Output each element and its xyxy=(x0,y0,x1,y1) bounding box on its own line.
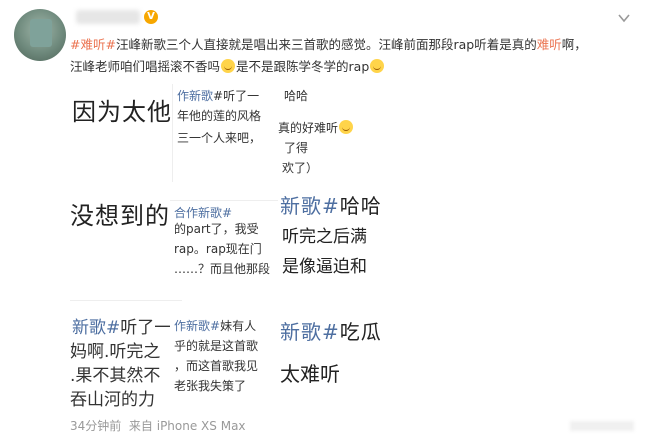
avatar-face-blur xyxy=(30,19,52,47)
collage-big-text: 新歌#吃瓜 xyxy=(280,320,382,344)
laughing-emoji-icon xyxy=(339,120,354,134)
collage-card-line: 听完之后满 xyxy=(282,227,367,247)
screenshot-collage-image[interactable]: 因为太他 作新歌#听了一 年他的莲的风格 三一个人来吧， 哈哈 真的好难听 了得… xyxy=(70,82,420,408)
collage-card-line: 太难听 xyxy=(280,362,340,386)
post-text-segment: 汪峰老师咱们唱摇滚不香吗 xyxy=(70,59,221,74)
collage-card-line: rap。rap现在门 xyxy=(174,242,262,256)
collage-card-line: 作新歌#听了一 xyxy=(177,89,260,103)
laughing-emoji-icon xyxy=(370,59,385,73)
collage-card: 新歌#哈哈 听完之后满 是像逼迫和 xyxy=(278,182,420,292)
keyword-link[interactable]: 难听 xyxy=(537,37,562,52)
post-text-segment: 是不是跟陈学冬学的rap xyxy=(236,59,370,74)
collage-card-line: .果不其然不 xyxy=(70,366,161,386)
collage-card-line: ……？而且他那段 xyxy=(174,262,271,276)
avatar[interactable] xyxy=(14,9,66,61)
collage-card-line: 欢了） xyxy=(282,161,319,175)
post-text-segment: 汪峰新歌三个人直接就是唱出来三首歌的感觉。汪峰前面那段rap听着是真的 xyxy=(115,37,537,52)
collage-card-line: 新歌#听了一 xyxy=(72,318,172,338)
collage-card-line: 老张我失策了 xyxy=(174,379,247,393)
collage-card-line: ，而这首歌我见 xyxy=(174,359,259,373)
collage-card-line: 吞山河的力 xyxy=(70,390,155,408)
collage-card-line: 合作新歌# xyxy=(174,206,233,220)
collage-card: 没想到的 xyxy=(70,182,178,292)
collage-card-line: 年他的莲的风格 xyxy=(177,109,262,123)
collage-card: 作新歌#妹有人 乎的就是这首歌 ，而这首歌我见 老张我失策了 xyxy=(170,306,282,408)
collage-big-text: 没想到的 xyxy=(70,202,170,230)
collage-card: 哈哈 真的好难听 了得 欢了） xyxy=(278,84,378,180)
collage-card-line: 妈啊.听完之 xyxy=(70,342,161,362)
collage-card-line: 了得 xyxy=(284,141,309,155)
collage-card-line: 的part了，我受 xyxy=(174,222,259,236)
laughing-emoji-icon xyxy=(221,59,236,73)
chevron-down-icon[interactable] xyxy=(616,10,632,26)
post-text-segment: 啊， xyxy=(561,37,587,52)
collage-big-text: 新歌#哈哈 xyxy=(280,194,382,218)
post-meta: 34分钟前 来自 iPhone XS Max xyxy=(70,417,246,434)
collage-card: 新歌#听了一 妈啊.听完之 .果不其然不 吞山河的力 xyxy=(70,300,182,408)
collage-card-line: 乎的就是这首歌 xyxy=(174,339,259,353)
collage-card-line: 是像逼迫和 xyxy=(282,257,367,277)
post-body: #难听#汪峰新歌三个人直接就是唱出来三首歌的感觉。汪峰前面那段rap听着是真的难… xyxy=(70,34,630,78)
hashtag-link[interactable]: #难听# xyxy=(70,37,116,52)
watermark xyxy=(570,421,634,431)
collage-card-line: 作新歌#妹有人 xyxy=(174,319,257,333)
collage-card: 合作新歌# 的part了，我受 rap。rap现在门 ……？而且他那段 xyxy=(170,200,282,297)
collage-card-line: 三一个人来吧， xyxy=(177,131,262,145)
post-source: 来自 iPhone XS Max xyxy=(128,419,246,433)
collage-card-line: 真的好难听 xyxy=(278,120,354,136)
collage-card: 因为太他 xyxy=(70,82,178,182)
verified-badge-icon: V xyxy=(144,10,158,24)
post-time[interactable]: 34分钟前 xyxy=(70,419,121,433)
collage-card: 新歌#吃瓜 太难听 xyxy=(278,300,420,408)
username-blurred[interactable] xyxy=(76,10,140,24)
collage-card-line: 哈哈 xyxy=(284,89,309,103)
collage-big-text: 因为太他 xyxy=(72,98,172,126)
